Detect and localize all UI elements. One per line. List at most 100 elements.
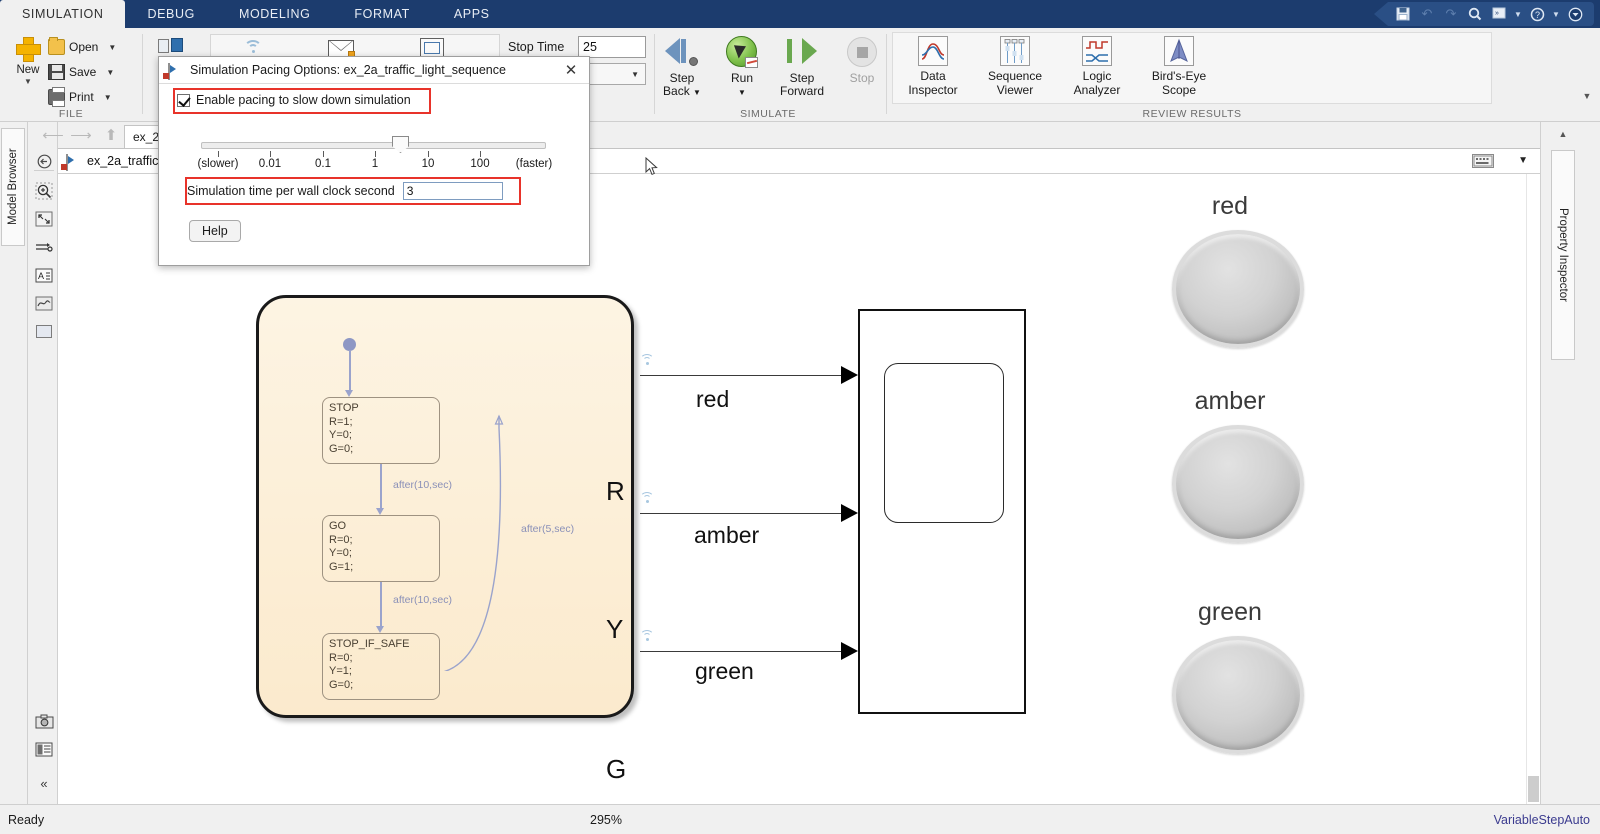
slider-label-01: 0.1: [315, 158, 331, 170]
nav-up-icon[interactable]: ⬆: [100, 126, 122, 144]
state-go[interactable]: GO R=0; Y=0; G=1;: [322, 515, 440, 582]
mail-icon[interactable]: [328, 40, 355, 58]
print-button[interactable]: Print ▼: [48, 86, 112, 108]
lamp-red[interactable]: [1172, 230, 1304, 348]
tab-simulation[interactable]: SIMULATION: [0, 0, 126, 28]
shortcuts-caret-icon[interactable]: ▼: [1512, 10, 1524, 19]
chart-output-port-r: R: [606, 476, 625, 506]
default-transition-line: [349, 350, 351, 392]
signal-line-amber[interactable]: [640, 513, 845, 514]
simulation-pacing-dialog[interactable]: Simulation Pacing Options: ex_2a_traffic…: [158, 56, 658, 266]
tab-apps[interactable]: APPS: [432, 0, 512, 28]
stateflow-model-icon: [66, 153, 81, 171]
fit-to-view-icon[interactable]: [33, 208, 55, 230]
snapshot-icon[interactable]: [33, 710, 55, 732]
new-button[interactable]: New ▼: [6, 32, 50, 86]
transition-arrow-2: [376, 626, 384, 633]
model-browser-rail: Model Browser: [0, 122, 28, 804]
breadcrumb-caret-icon[interactable]: ▼: [1518, 155, 1528, 166]
status-solver-text[interactable]: VariableStepAuto: [1494, 813, 1590, 827]
enable-pacing-checkbox[interactable]: [177, 93, 190, 107]
signal-table-icon[interactable]: [242, 38, 266, 56]
report-icon[interactable]: [33, 738, 55, 760]
property-inspector-collapse-icon[interactable]: ▲: [1553, 125, 1573, 143]
lamp-green[interactable]: [1172, 636, 1304, 754]
new-caret-icon[interactable]: ▼: [6, 77, 50, 86]
tab-debug[interactable]: DEBUG: [125, 0, 216, 28]
lamp-amber[interactable]: [1172, 425, 1304, 543]
state-stop-if-safe[interactable]: STOP_IF_SAFE R=0; Y=1; G=0;: [322, 633, 440, 700]
minimize-ribbon-icon[interactable]: [1564, 4, 1586, 24]
canvas-scrollbar-vertical[interactable]: [1526, 174, 1540, 804]
signal-arrow-red: [841, 366, 858, 384]
zoom-region-icon[interactable]: [33, 180, 55, 202]
print-caret-icon[interactable]: ▼: [104, 93, 112, 102]
nav-forward-icon[interactable]: ⟶: [70, 126, 92, 144]
help-caret-icon[interactable]: ▼: [1550, 10, 1562, 19]
open-caret-icon[interactable]: ▼: [108, 43, 116, 52]
review-group-label: REVIEW RESULTS: [1142, 108, 1242, 120]
save-caret-icon[interactable]: ▼: [106, 68, 114, 77]
state-stop-if-safe-body: R=0; Y=1; G=0;: [329, 651, 354, 691]
ribbon-group-file: New ▼ Open ▼ Save ▼ Print ▼ FILE: [0, 28, 142, 122]
stateflow-chart-block[interactable]: STOP R=1; Y=0; G=0; after(10,sec) GO R=0…: [256, 295, 634, 784]
data-inspector-button[interactable]: Data Inspector: [892, 36, 974, 97]
default-transition-arrow: [345, 390, 353, 397]
model-canvas[interactable]: STOP R=1; Y=0; G=0; after(10,sec) GO R=0…: [58, 174, 1540, 804]
sequence-viewer-button[interactable]: Sequence Viewer: [974, 36, 1056, 97]
slider-tick-2: [323, 151, 324, 157]
transition-loop-back: [443, 414, 504, 671]
collapse-rail-icon[interactable]: «: [33, 772, 55, 794]
lamp-label-green: green: [1198, 598, 1262, 626]
annotation-icon[interactable]: A: [33, 264, 55, 286]
wall-clock-input[interactable]: [402, 182, 503, 200]
signal-routing-icon[interactable]: [33, 236, 55, 258]
lamp-label-red: red: [1211, 192, 1249, 220]
scrollbar-thumb[interactable]: [1528, 776, 1539, 802]
keyboard-icon[interactable]: [1472, 154, 1494, 168]
search-icon[interactable]: [1464, 4, 1486, 24]
svg-text:»: »: [1495, 10, 1499, 17]
tab-modeling[interactable]: MODELING: [217, 0, 332, 28]
slider-label-1: 1: [371, 158, 379, 170]
quick-access-toolbar: ↶ ↷ » ▼ ? ▼: [1374, 2, 1594, 26]
save-button[interactable]: Save ▼: [48, 61, 114, 83]
pacing-slider-track[interactable]: [201, 142, 546, 149]
print-label: Print: [69, 90, 94, 104]
model-browser-tab[interactable]: Model Browser: [1, 128, 25, 246]
signal-line-red[interactable]: [640, 375, 845, 376]
step-back-button[interactable]: Step Back ▼: [650, 34, 714, 99]
shortcuts-icon[interactable]: »: [1488, 4, 1510, 24]
navigate-up-icon[interactable]: [33, 150, 55, 172]
plus-icon: [15, 36, 41, 62]
breadcrumb-path[interactable]: ex_2a_traffic_l: [87, 154, 168, 168]
tab-format[interactable]: FORMAT: [332, 0, 431, 28]
run-button[interactable]: Run ▼: [710, 34, 774, 99]
undo-icon[interactable]: ↶: [1416, 4, 1438, 24]
nav-back-icon[interactable]: ⟵: [42, 126, 64, 144]
step-forward-button[interactable]: Step Forward: [770, 34, 834, 98]
stop-icon: [830, 34, 894, 70]
ribbon-expand-icon[interactable]: ▼: [1578, 88, 1596, 104]
subsystem-icon[interactable]: [33, 320, 55, 342]
state-stop[interactable]: STOP R=1; Y=0; G=0;: [322, 397, 440, 464]
save-icon[interactable]: [1392, 4, 1414, 24]
redo-icon[interactable]: ↷: [1440, 4, 1462, 24]
pacing-slider-thumb[interactable]: [392, 136, 409, 153]
close-icon[interactable]: ✕: [561, 61, 581, 79]
logic-analyzer-button[interactable]: Logic Analyzer: [1056, 36, 1138, 97]
scope-viewer-icon[interactable]: [33, 292, 55, 314]
traffic-light-subsystem-block[interactable]: [858, 309, 1026, 714]
svg-text:?: ?: [1535, 10, 1540, 20]
ribbon-tab-strip: SIMULATION DEBUG MODELING FORMAT APPS: [0, 0, 512, 28]
help-icon[interactable]: ?: [1526, 4, 1548, 24]
open-button[interactable]: Open ▼: [48, 36, 116, 58]
signal-line-green[interactable]: [640, 651, 845, 652]
birds-eye-scope-button[interactable]: Bird's-Eye Scope: [1138, 36, 1220, 97]
scope-icon[interactable]: [420, 38, 444, 58]
help-button[interactable]: Help: [189, 220, 241, 242]
property-inspector-tab[interactable]: Property Inspector: [1551, 150, 1575, 360]
stop-time-input[interactable]: [578, 36, 646, 58]
status-zoom-text[interactable]: 295%: [590, 813, 622, 827]
enable-pacing-row[interactable]: Enable pacing to slow down simulation: [177, 93, 411, 107]
